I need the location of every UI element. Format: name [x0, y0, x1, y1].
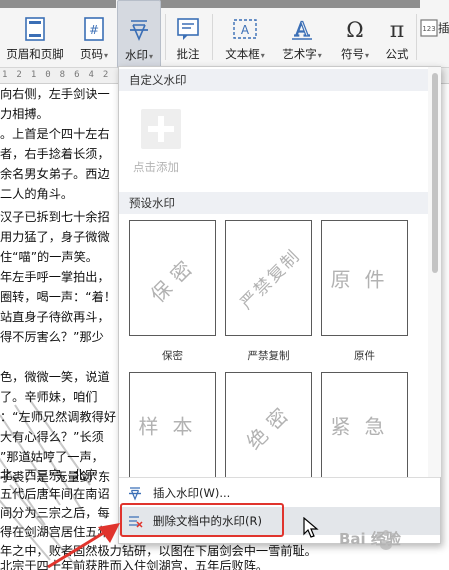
ribbon-divider — [416, 14, 417, 60]
document-line: 者，右手捻着长须， — [0, 147, 110, 161]
svg-text:Ω: Ω — [346, 18, 363, 42]
custom-watermark-header: 自定义水印 — [119, 69, 428, 91]
document-line: 二人的角斗。 — [0, 187, 74, 201]
insert-number-button[interactable]: 123 插 — [418, 0, 449, 68]
word-art-button[interactable]: A 艺术字▾ — [275, 0, 329, 68]
watermark-icon — [129, 487, 141, 501]
add-custom-watermark-label: 点击添加 — [133, 160, 179, 174]
preset-watermark-sample[interactable]: 样本 — [129, 372, 216, 477]
document-line: 北、西三宗，北宗 — [0, 468, 98, 482]
preset-watermark-urgent[interactable]: 紧急 — [321, 372, 408, 477]
scrollbar-thumb[interactable] — [432, 73, 438, 273]
document-line: 用力猛了，身子微微 — [0, 230, 110, 244]
preset-watermark-text: 原件 — [330, 267, 399, 292]
annotation-arrow — [47, 523, 120, 569]
document-line: 住“喵”的一声笑。 — [0, 250, 98, 264]
page-number-label: 页码 — [79, 47, 103, 61]
svg-text:123: 123 — [422, 25, 435, 33]
preset-caption: 原件 — [354, 350, 375, 362]
ribbon-divider — [212, 14, 213, 60]
chevron-down-icon: ▾ — [317, 51, 322, 60]
watermark-button[interactable]: 水印▾ — [117, 0, 161, 68]
preset-watermark-text: 保密 — [145, 250, 202, 308]
document-line: 。上首是个四十左右 — [0, 127, 110, 141]
preset-watermark-original[interactable]: 原件 — [321, 220, 408, 336]
formula-label: 公式 — [385, 47, 409, 61]
preset-caption: 严禁复制 — [247, 350, 290, 362]
formula-button[interactable]: π 公式 — [380, 0, 414, 68]
document-line: 年左手呼一掌拍出， — [0, 270, 110, 284]
word-art-label: 艺术字 — [282, 47, 317, 61]
svg-text:A: A — [241, 23, 250, 37]
page-number-button[interactable]: # 页码▾ — [72, 0, 116, 68]
ribbon-divider — [165, 14, 166, 60]
preset-watermark-title: 预设水印 — [129, 196, 175, 210]
preset-watermark-text: 紧急 — [330, 414, 399, 439]
chevron-down-icon: ▾ — [148, 52, 153, 61]
preset-watermark-no-copy[interactable]: 严禁复制 — [225, 220, 312, 336]
highlight-box — [120, 503, 284, 537]
mouse-cursor-icon — [303, 517, 319, 538]
panel-scrollbar[interactable] — [428, 67, 441, 477]
insert-overflow-label: 插 — [438, 21, 449, 35]
preset-watermark-text: 绝密 — [241, 397, 298, 455]
text-box-label: 文本框 — [225, 47, 260, 61]
watermark-icon — [130, 20, 148, 42]
word-art-icon: A — [292, 16, 312, 42]
document-line: 得不厉害么？”那少 — [0, 330, 104, 344]
preset-watermark-text: 样本 — [138, 414, 207, 439]
ribbon-toolbar: 页眉和页脚 # 页码▾ 水印▾ 批注 A 文本框▾ A 艺术字▾ Ω 符号▾ π… — [0, 0, 449, 68]
watermark-label: 水印 — [124, 48, 148, 62]
chevron-down-icon: ▾ — [103, 51, 108, 60]
document-line: ”那道姑哼了一声， — [0, 450, 104, 464]
symbol-label: 符号 — [340, 47, 364, 61]
watermark-dropdown-panel: 自定义水印 点击添加 预设水印 保密 保密 严禁复制 严禁复制 原件 原件 样本… — [118, 66, 441, 544]
svg-text:π: π — [390, 18, 404, 42]
svg-text:A: A — [294, 17, 310, 41]
document-line: 大有心得么？”长须 — [0, 430, 104, 444]
preset-watermark-text: 严禁复制 — [236, 245, 305, 314]
page-number-icon: # — [84, 17, 104, 41]
document-line: 五代后唐年间在南诏 — [0, 487, 110, 501]
chevron-down-icon: ▾ — [260, 51, 265, 60]
document-line: 向右侧，左手剑诀一 — [0, 87, 110, 101]
custom-watermark-title: 自定义水印 — [129, 73, 187, 87]
document-line: 圈转，喝一声：“着！ — [0, 290, 117, 304]
symbol-button[interactable]: Ω 符号▾ — [333, 0, 377, 68]
preset-watermark-confidential[interactable]: 保密 — [129, 220, 216, 336]
document-line: ：“左师兄然调教得好 — [0, 410, 117, 424]
svg-text:#: # — [89, 23, 99, 37]
header-footer-button[interactable]: 页眉和页脚 — [0, 0, 70, 68]
preset-watermark-header: 预设水印 — [119, 192, 428, 214]
preset-watermark-top-secret[interactable]: 绝密 — [225, 372, 312, 477]
text-box-button[interactable]: A 文本框▾ — [218, 0, 272, 68]
document-line: 余名男女弟子。西边 — [0, 167, 110, 181]
pi-icon: π — [390, 18, 404, 42]
omega-icon: Ω — [346, 18, 363, 42]
document-line: 了。辛师妹，咱们 — [0, 390, 98, 404]
comment-button[interactable]: 批注 — [168, 0, 208, 68]
document-line: 力相搏。 — [0, 107, 49, 121]
document-line: 汉子已拆到七十余招 — [0, 210, 110, 224]
document-line: 站直身子待欲再斗， — [0, 310, 110, 324]
site-watermark-logo: Bai 经验 — [339, 520, 449, 570]
panel-divider — [119, 477, 440, 478]
header-footer-label: 页眉和页脚 — [6, 47, 64, 61]
add-custom-watermark-button[interactable]: 点击添加 — [133, 105, 185, 187]
document-line: 色，微微一笑，说道 — [0, 370, 110, 384]
comment-icon — [177, 18, 199, 40]
header-footer-icon — [25, 17, 45, 41]
text-box-icon: A — [233, 19, 257, 39]
comment-label: 批注 — [176, 47, 200, 61]
preset-caption: 保密 — [162, 350, 183, 362]
chevron-down-icon: ▾ — [364, 51, 369, 60]
plus-icon — [141, 109, 181, 149]
site-watermark-text: Bai 经验 — [339, 530, 401, 548]
